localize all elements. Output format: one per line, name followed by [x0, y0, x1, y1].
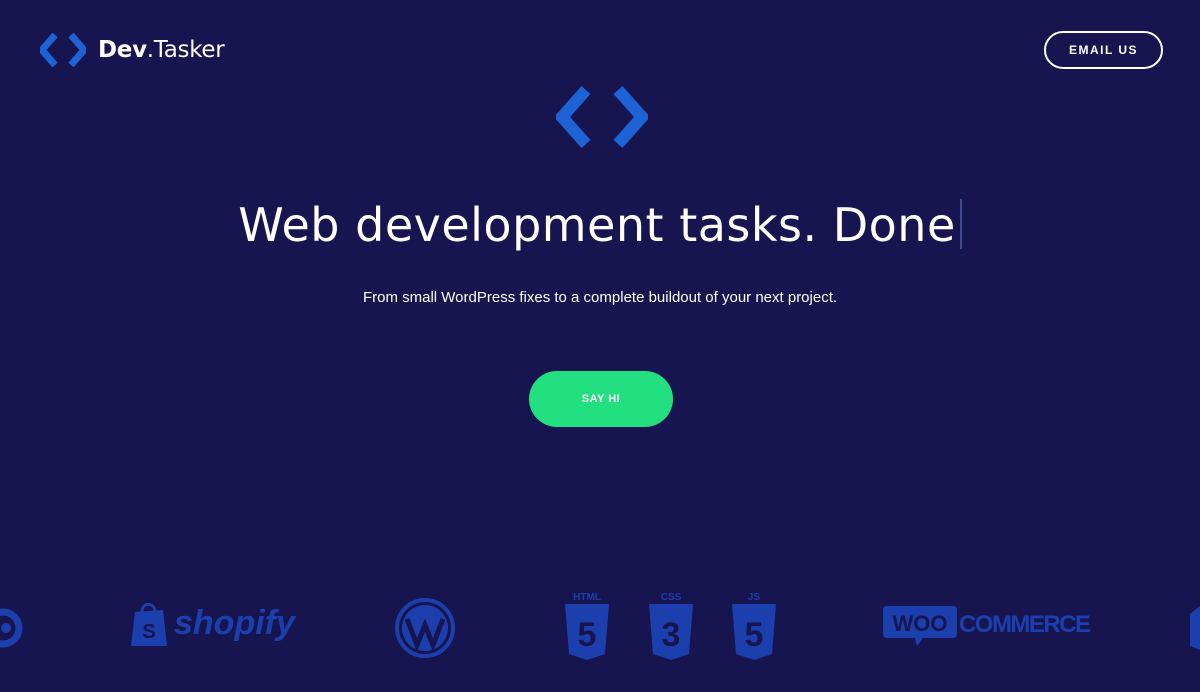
html5-logo: HTML 5 [563, 590, 611, 662]
partial-logo-right [1186, 602, 1200, 654]
wordpress-logo [394, 597, 456, 659]
svg-text:5: 5 [745, 616, 764, 654]
js-logo: JS 5 [730, 590, 778, 662]
svg-text:WOO: WOO [893, 611, 948, 636]
tech-logos-strip: S shopify HTML 5 CSS 3 JS 5 WOO COMMERCE [0, 580, 1200, 670]
code-brackets-icon [40, 33, 86, 67]
code-brackets-icon [556, 86, 648, 148]
say-hi-button[interactable]: SAY HI [529, 371, 673, 427]
brand-logo[interactable]: Dev.Tasker [40, 33, 225, 67]
svg-text:JS: JS [748, 592, 761, 603]
svg-text:COMMERCE: COMMERCE [959, 611, 1091, 638]
css3-logo: CSS 3 [647, 590, 695, 662]
hero-subtitle: From small WordPress fixes to a complete… [362, 289, 838, 306]
hero-headline: Web development tasks. Done [0, 198, 1200, 252]
partial-logo-left [0, 608, 24, 648]
email-us-button[interactable]: EMAIL US [1044, 31, 1163, 69]
css3-shield-icon: CSS 3 [649, 592, 693, 660]
svg-text:HTML: HTML [573, 592, 601, 603]
site-header: Dev.Tasker EMAIL US [0, 0, 1200, 100]
svg-text:CSS: CSS [661, 592, 682, 603]
js-shield-icon: JS 5 [732, 592, 776, 660]
svg-text:5: 5 [578, 616, 597, 654]
shopify-bag-icon: S [131, 602, 167, 646]
woocommerce-icon: WOO COMMERCE [883, 606, 1091, 646]
svg-text:3: 3 [662, 616, 681, 654]
woocommerce-logo: WOO COMMERCE [883, 604, 1093, 648]
brand-name: Dev.Tasker [98, 37, 225, 63]
shopify-logo: S [129, 600, 169, 648]
svg-text:S: S [142, 621, 155, 643]
shopify-wordmark: shopify [174, 604, 295, 642]
text-caret [959, 199, 962, 249]
wordpress-icon [395, 598, 455, 658]
html5-shield-icon: HTML 5 [565, 592, 609, 660]
